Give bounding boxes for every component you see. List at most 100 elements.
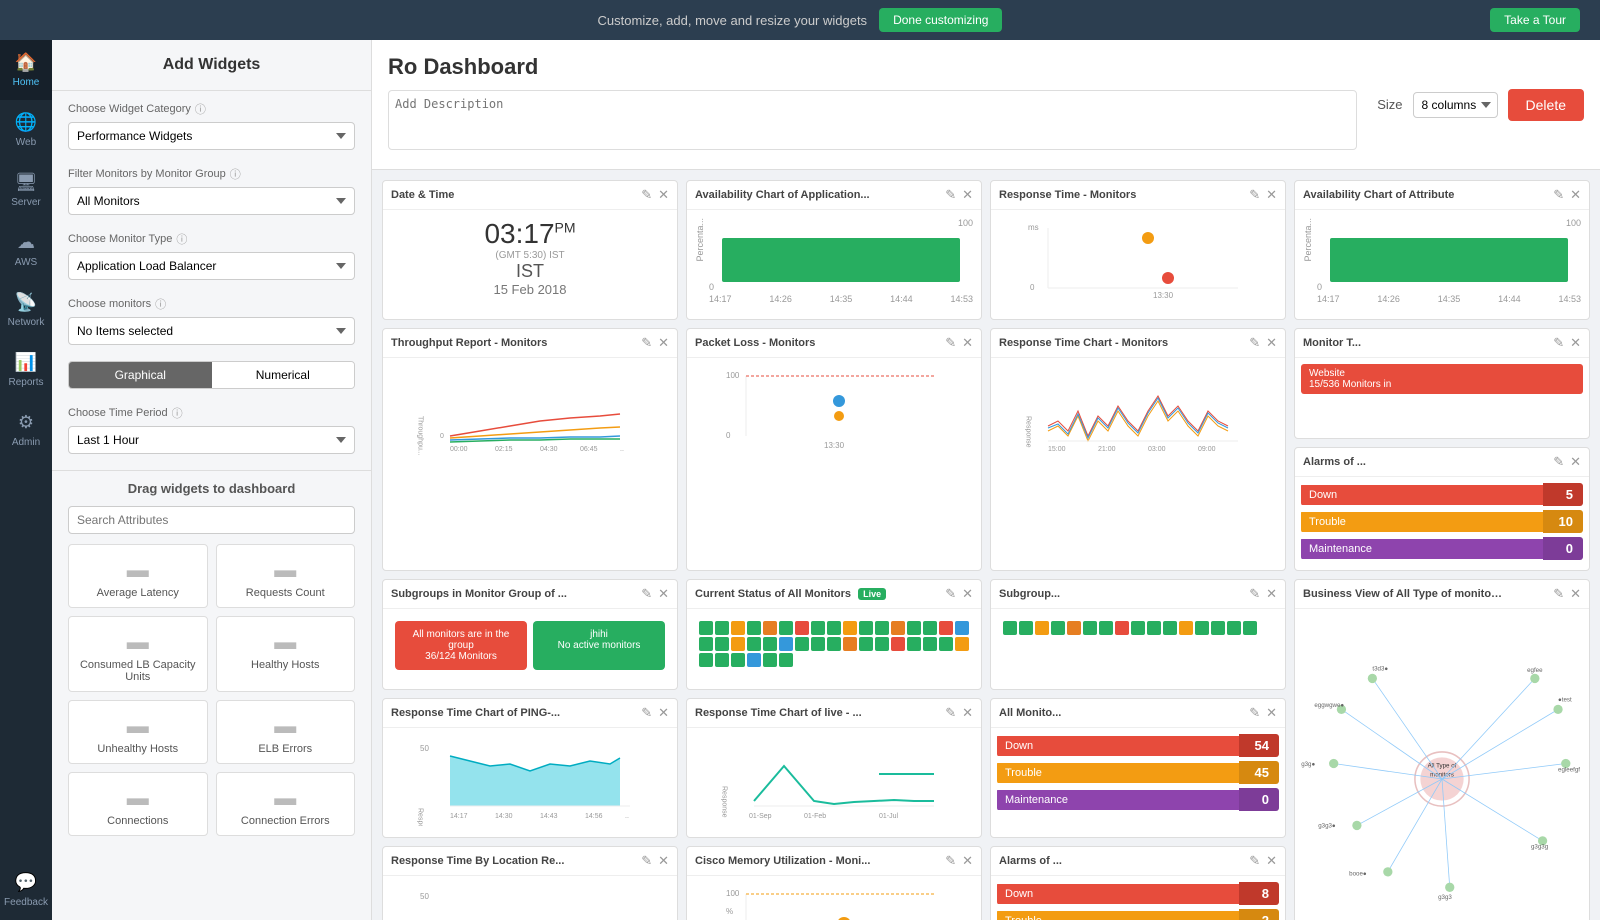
close-icon[interactable]: ✕ xyxy=(658,335,669,351)
edit-icon[interactable]: ✎ xyxy=(945,335,956,351)
edit-icon[interactable]: ✎ xyxy=(945,853,956,869)
close-icon[interactable]: ✕ xyxy=(1570,187,1581,203)
close-icon[interactable]: ✕ xyxy=(1266,335,1277,351)
view-toggle-section: Graphical Numerical xyxy=(52,351,371,395)
edit-icon[interactable]: ✎ xyxy=(1249,853,1260,869)
filter-info-icon: ⓘ xyxy=(230,166,241,182)
close-icon[interactable]: ✕ xyxy=(1570,586,1581,602)
edit-icon[interactable]: ✎ xyxy=(641,853,652,869)
svg-text:..: .. xyxy=(620,446,624,453)
draggable-widget-conn-errors[interactable]: ▬ Connection Errors xyxy=(216,772,356,836)
timezone-name: IST xyxy=(391,261,669,282)
edit-icon[interactable]: ✎ xyxy=(641,586,652,602)
edit-icon[interactable]: ✎ xyxy=(1553,454,1564,470)
edit-icon[interactable]: ✎ xyxy=(1249,187,1260,203)
draggable-widget-unhealthy-hosts[interactable]: ▬ Unhealthy Hosts xyxy=(68,700,208,764)
time-period-section: Choose Time Period ⓘ Last 1 Hour xyxy=(52,395,371,460)
nav-item-admin[interactable]: ⚙ Admin xyxy=(0,400,52,460)
size-select[interactable]: 8 columns xyxy=(1413,92,1498,118)
draggable-widget-requests[interactable]: ▬ Requests Count xyxy=(216,544,356,608)
live-badge: Live xyxy=(858,588,886,600)
close-icon[interactable]: ✕ xyxy=(962,335,973,351)
nav-item-network[interactable]: 📡 Network xyxy=(0,280,52,340)
close-icon[interactable]: ✕ xyxy=(1570,335,1581,351)
draggable-widget-lb-capacity[interactable]: ▬ Consumed LB Capacity Units xyxy=(68,616,208,692)
nav-item-web[interactable]: 🌐 Web xyxy=(0,100,52,160)
close-icon[interactable]: ✕ xyxy=(1266,187,1277,203)
subgroup-box-red: All monitors are in the group 36/124 Mon… xyxy=(395,621,527,670)
draggable-widget-connections[interactable]: ▬ Connections xyxy=(68,772,208,836)
close-icon[interactable]: ✕ xyxy=(962,187,973,203)
close-icon[interactable]: ✕ xyxy=(962,586,973,602)
edit-icon[interactable]: ✎ xyxy=(945,705,956,721)
nav-item-feedback[interactable]: 💬 Feedback xyxy=(0,860,52,920)
svg-text:14:17: 14:17 xyxy=(450,813,468,820)
close-icon[interactable]: ✕ xyxy=(962,853,973,869)
avail-app-title: Availability Chart of Application... xyxy=(695,189,870,201)
subgroup-body: All monitors are in the group 36/124 Mon… xyxy=(383,609,677,689)
edit-icon[interactable]: ✎ xyxy=(1553,586,1564,602)
filter-section: Filter Monitors by Monitor Group ⓘ All M… xyxy=(52,156,371,221)
draggable-widget-elb-errors[interactable]: ▬ ELB Errors xyxy=(216,700,356,764)
close-icon[interactable]: ✕ xyxy=(658,853,669,869)
search-attributes-input[interactable] xyxy=(68,506,355,534)
alarm-down-label: Down xyxy=(1301,485,1543,505)
category-select[interactable]: Performance Widgets xyxy=(68,122,355,150)
graphical-btn[interactable]: Graphical xyxy=(69,362,212,388)
svg-text:0: 0 xyxy=(726,431,731,440)
nav-item-home[interactable]: 🏠 Home xyxy=(0,40,52,100)
take-tour-button[interactable]: Take a Tour xyxy=(1490,8,1580,32)
edit-icon[interactable]: ✎ xyxy=(1249,586,1260,602)
close-icon[interactable]: ✕ xyxy=(1266,705,1277,721)
svg-text:g3g3: g3g3 xyxy=(1438,894,1452,901)
close-icon[interactable]: ✕ xyxy=(1266,853,1277,869)
subgroup-widget: Subgroups in Monitor Group of ... ✎ ✕ Al… xyxy=(382,579,678,690)
monitor-type-title: Monitor T... xyxy=(1303,337,1361,349)
delete-button[interactable]: Delete xyxy=(1508,89,1584,121)
category-label: Choose Widget Category ⓘ xyxy=(68,101,355,117)
edit-icon[interactable]: ✎ xyxy=(641,705,652,721)
dashboard-title-input[interactable] xyxy=(388,50,1357,84)
live-chart-actions: ✎ ✕ xyxy=(945,705,973,721)
close-icon[interactable]: ✕ xyxy=(658,187,669,203)
draggable-widget-healthy-hosts[interactable]: ▬ Healthy Hosts xyxy=(216,616,356,692)
edit-icon[interactable]: ✎ xyxy=(1249,335,1260,351)
draggable-widget-avg-latency[interactable]: ▬ Average Latency xyxy=(68,544,208,608)
edit-icon[interactable]: ✎ xyxy=(945,586,956,602)
edit-icon[interactable]: ✎ xyxy=(1249,705,1260,721)
location-chart-actions: ✎ ✕ xyxy=(641,853,669,869)
nav-label-feedback: Feedback xyxy=(4,897,48,908)
avail-attr-actions: ✎ ✕ xyxy=(1553,187,1581,203)
filter-select[interactable]: All Monitors xyxy=(68,187,355,215)
svg-text:g3g●: g3g● xyxy=(1301,761,1315,768)
close-icon[interactable]: ✕ xyxy=(1570,454,1581,470)
nav-item-aws[interactable]: ☁ AWS xyxy=(0,220,52,280)
drag-title: Drag widgets to dashboard xyxy=(68,481,355,496)
edit-icon[interactable]: ✎ xyxy=(1553,187,1564,203)
monitor-type-header: Monitor T... ✎ ✕ xyxy=(1295,329,1589,358)
monitor-type-select[interactable]: Application Load Balancer xyxy=(68,252,355,280)
cisco-memory-body: 100 0 % 13:30 xyxy=(687,876,981,920)
edit-icon[interactable]: ✎ xyxy=(641,187,652,203)
close-icon[interactable]: ✕ xyxy=(658,705,669,721)
monitors-info-icon: ⓘ xyxy=(155,296,166,312)
location-chart-body: 50 Response 14:17 14:30 14:43 14:56 xyxy=(383,876,677,920)
edit-icon[interactable]: ✎ xyxy=(945,187,956,203)
dashboard-description-input[interactable] xyxy=(388,90,1357,150)
size-label: Size xyxy=(1377,97,1402,112)
chart-icon: ▬ xyxy=(225,785,347,811)
all-trouble-count: 45 xyxy=(1239,761,1279,784)
svg-text:03:00: 03:00 xyxy=(1148,446,1166,453)
nav-item-server[interactable]: 🖥 Server xyxy=(0,160,52,220)
numerical-btn[interactable]: Numerical xyxy=(212,362,355,388)
time-period-select[interactable]: Last 1 Hour xyxy=(68,426,355,454)
chart-icon: ▬ xyxy=(77,713,199,739)
done-customizing-button[interactable]: Done customizing xyxy=(879,8,1002,32)
monitors-select[interactable]: No Items selected xyxy=(68,317,355,345)
edit-icon[interactable]: ✎ xyxy=(1553,335,1564,351)
close-icon[interactable]: ✕ xyxy=(658,586,669,602)
nav-item-reports[interactable]: 📊 Reports xyxy=(0,340,52,400)
close-icon[interactable]: ✕ xyxy=(962,705,973,721)
close-icon[interactable]: ✕ xyxy=(1266,586,1277,602)
edit-icon[interactable]: ✎ xyxy=(641,335,652,351)
